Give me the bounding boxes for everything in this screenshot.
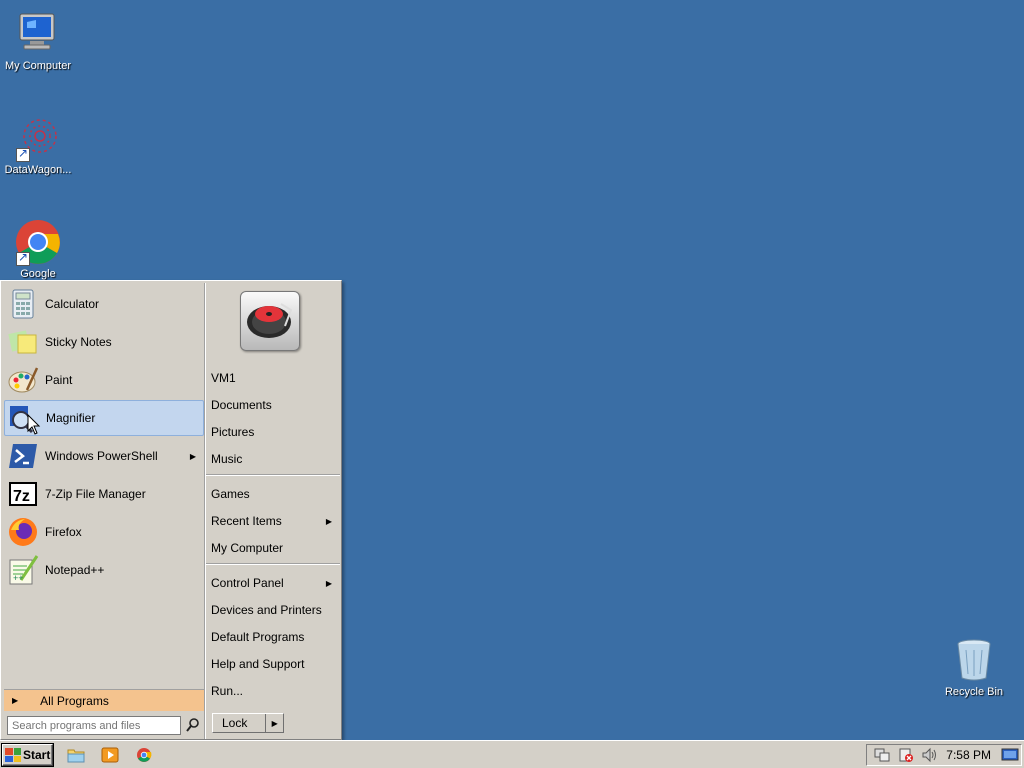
search-input[interactable] [7,716,181,735]
program-sticky-notes[interactable]: Sticky Notes [4,324,204,360]
place-label: Music [211,452,243,466]
place-run[interactable]: Run... [206,680,340,702]
place-pictures[interactable]: Pictures [206,421,340,443]
start-label: Start [23,748,51,762]
desktop-icon-my-computer[interactable]: My Computer [0,10,76,72]
action-center-icon[interactable] [897,747,915,763]
program-calculator[interactable]: Calculator [4,286,204,322]
place-default-programs[interactable]: Default Programs [206,626,340,648]
file-explorer-icon[interactable] [67,747,85,763]
windows-flag-icon [5,748,21,762]
place-label: Pictures [211,425,255,439]
place-label: Help and Support [211,657,305,671]
taskbar: Start 7:58 PM [0,740,1024,768]
shortcut-arrow-icon [16,250,30,266]
chrome-icon [14,218,62,266]
program-label: Paint [45,373,73,387]
submenu-arrow-icon: ▶ [325,578,332,588]
place-control-panel[interactable]: Control Panel ▶ [206,572,340,594]
submenu-arrow-icon: ▶ [189,451,196,461]
all-programs-label: All Programs [40,693,109,708]
search-box [7,715,203,737]
show-desktop-icon[interactable] [1001,747,1019,763]
place-help-and-support[interactable]: Help and Support [206,653,340,675]
shortcut-arrow-icon [16,146,30,162]
program-notepad-plus-plus[interactable]: ++ Notepad++ [4,552,204,588]
lock-button-group: Lock ▶ [212,713,284,733]
start-menu-programs-pane: Calculator Sticky Notes Paint Magnifier [3,283,205,739]
place-label: Default Programs [211,630,305,644]
program-firefox[interactable]: Firefox [4,514,204,550]
start-button[interactable]: Start [2,744,53,766]
powershell-icon [7,440,39,472]
clock[interactable]: 7:58 PM [946,748,991,762]
desktop-icon-datawagon[interactable]: DataWagon... [0,114,76,176]
user-avatar[interactable] [240,291,300,351]
program-label: Calculator [45,297,100,311]
program-7zip-file-manager[interactable]: 7z 7-Zip File Manager [4,476,204,512]
places-separator [206,563,340,565]
program-label: Windows PowerShell [45,449,158,463]
place-documents[interactable]: Documents [206,394,340,416]
network-icon[interactable] [873,747,891,763]
program-label: 7-Zip File Manager [45,487,146,501]
all-programs-arrow-icon: ▶ [12,696,19,705]
place-label: Games [211,487,250,501]
my-computer-icon [14,10,62,58]
desktop-icon-label: DataWagon... [4,164,72,176]
place-label: VM1 [211,371,236,385]
place-label: Run... [211,684,244,698]
paint-icon [7,364,39,396]
place-label: Control Panel [211,576,284,590]
all-programs-button[interactable]: ▶ All Programs [4,689,204,711]
start-menu-places-pane: VM1 Documents Pictures Music Games Recen… [206,283,340,739]
place-games[interactable]: Games [206,483,340,505]
desktop-icon-recycle-bin[interactable]: Recycle Bin [936,636,1012,698]
place-devices-and-printers[interactable]: Devices and Printers [206,599,340,621]
media-player-icon[interactable] [101,747,119,763]
notepadpp-icon: ++ [7,554,39,586]
program-label: Firefox [45,525,82,539]
submenu-arrow-icon: ▶ [325,516,332,526]
place-label: Devices and Printers [211,603,322,617]
program-paint[interactable]: Paint [4,362,204,398]
place-label: Documents [211,398,272,412]
place-label: My Computer [211,541,284,555]
shutdown-options-arrow-icon[interactable]: ▶ [266,719,283,728]
program-magnifier[interactable]: Magnifier [4,400,204,436]
places-separator [206,474,340,476]
desktop-icon-label: My Computer [4,60,72,72]
7zip-icon: 7z [7,478,39,510]
place-music[interactable]: Music [206,448,340,470]
firefox-icon [7,516,39,548]
desktop-icon-label: Recycle Bin [944,686,1004,698]
turntable-icon [247,303,293,338]
place-label: Recent Items [211,514,282,528]
sticky-notes-icon [7,326,39,358]
svg-text:++: ++ [13,573,24,583]
place-recent-items[interactable]: Recent Items ▶ [206,510,340,532]
search-icon[interactable] [185,717,201,733]
program-label: Notepad++ [45,563,105,577]
program-windows-powershell[interactable]: Windows PowerShell ▶ [4,438,204,474]
chrome-icon[interactable] [135,747,153,763]
lock-button[interactable]: Lock [213,714,267,732]
program-label: Magnifier [46,411,96,425]
mouse-cursor-icon [27,414,41,435]
system-tray: 7:58 PM [866,744,1022,766]
recycle-bin-icon [950,636,998,684]
calculator-icon [7,288,39,320]
program-label: Sticky Notes [45,335,112,349]
place-vm1[interactable]: VM1 [206,367,340,389]
start-menu: Calculator Sticky Notes Paint Magnifier [0,280,342,740]
place-my-computer[interactable]: My Computer [206,537,340,559]
datawagon-icon [14,114,62,162]
volume-icon[interactable] [921,747,939,763]
svg-text:7z: 7z [13,488,30,505]
